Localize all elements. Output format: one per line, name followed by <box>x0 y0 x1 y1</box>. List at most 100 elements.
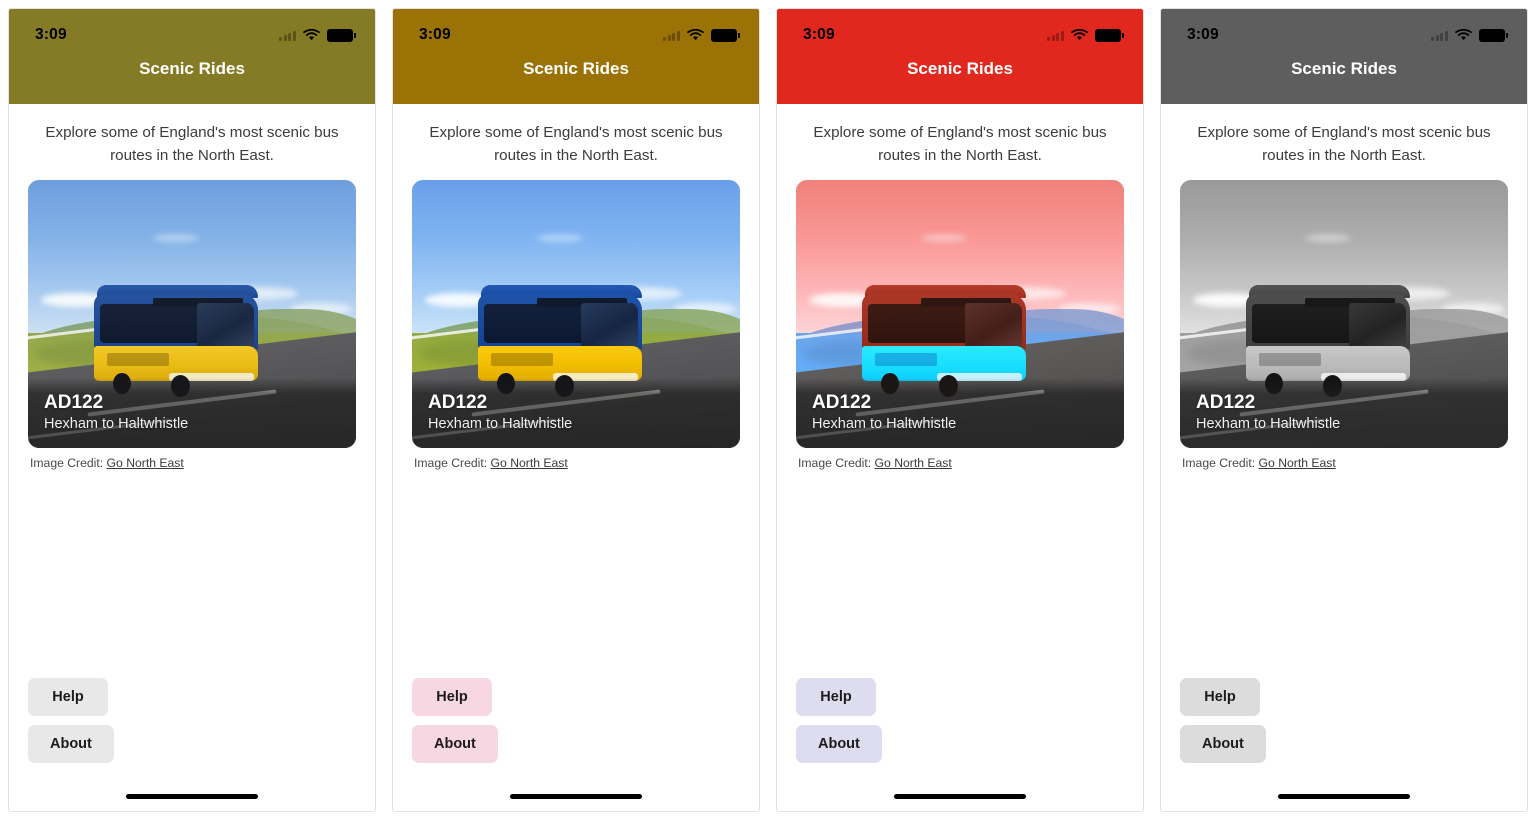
app-title: Scenic Rides <box>1291 59 1397 78</box>
wifi-icon <box>1071 29 1088 41</box>
cloud <box>152 233 199 242</box>
home-indicator-area <box>9 781 375 811</box>
route-code: AD122 <box>44 391 104 413</box>
image-credit-link[interactable]: Go North East <box>107 456 184 470</box>
route-name: Hexham to Haltwhistle <box>812 415 957 432</box>
route-caption: AD122 Hexham to Haltwhistle <box>1180 377 1508 449</box>
cellular-signal-icon <box>1047 30 1064 41</box>
battery-icon <box>1095 28 1124 42</box>
image-credit: Image Credit: Go North East <box>796 448 1124 470</box>
battery-icon <box>327 28 356 42</box>
image-credit-link[interactable]: Go North East <box>875 456 952 470</box>
app-title: Scenic Rides <box>907 59 1013 78</box>
route-name: Hexham to Haltwhistle <box>1196 415 1341 432</box>
status-bar: 3:09 <box>777 9 1143 55</box>
route-name: Hexham to Haltwhistle <box>428 415 573 432</box>
status-icons <box>1431 28 1508 42</box>
route-card[interactable]: AD122 Hexham to Haltwhistle <box>796 180 1124 449</box>
bus-windscreen <box>964 302 1023 351</box>
image-credit-link[interactable]: Go North East <box>1259 456 1336 470</box>
about-button[interactable]: About <box>796 725 882 763</box>
action-buttons: Help About <box>796 678 1124 781</box>
route-caption: AD122 Hexham to Haltwhistle <box>796 377 1124 449</box>
app-header: 3:09 Scenic Rides <box>1161 9 1527 104</box>
status-time: 3:09 <box>1187 26 1219 43</box>
screen-body: Explore some of England's most scenic bu… <box>777 104 1143 781</box>
intro-text: Explore some of England's most scenic bu… <box>429 124 723 165</box>
about-button[interactable]: About <box>412 725 498 763</box>
about-button[interactable]: About <box>28 725 114 763</box>
app-header: 3:09 Scenic Rides <box>9 9 375 104</box>
route-code: AD122 <box>1196 391 1256 413</box>
home-indicator-area <box>1161 781 1527 811</box>
route-caption: AD122 Hexham to Haltwhistle <box>28 377 356 449</box>
app-header: 3:09 Scenic Rides <box>777 9 1143 104</box>
battery-icon <box>1479 28 1508 42</box>
action-buttons: Help About <box>412 678 740 781</box>
phone-mockup-gold: 3:09 Scenic Rides Explore some of Englan… <box>392 8 760 812</box>
about-button[interactable]: About <box>1180 725 1266 763</box>
help-button[interactable]: Help <box>1180 678 1260 716</box>
cloud <box>920 233 967 242</box>
action-buttons: Help About <box>28 678 356 781</box>
bus <box>861 284 1026 398</box>
home-indicator[interactable] <box>1278 793 1410 799</box>
image-credit-link[interactable]: Go North East <box>491 456 568 470</box>
route-card[interactable]: AD122 Hexham to Haltwhistle <box>1180 180 1508 449</box>
app-title: Scenic Rides <box>523 59 629 78</box>
bus-livery <box>1258 353 1322 367</box>
bus <box>93 284 258 398</box>
image-credit: Image Credit: Go North East <box>28 448 356 470</box>
help-button[interactable]: Help <box>28 678 108 716</box>
intro-text: Explore some of England's most scenic bu… <box>1197 124 1491 165</box>
bus-windscreen <box>1348 302 1407 351</box>
image-credit: Image Credit: Go North East <box>1180 448 1508 470</box>
wifi-icon <box>687 29 704 41</box>
route-code: AD122 <box>428 391 488 413</box>
status-time: 3:09 <box>419 26 451 43</box>
phone-mockups-row: 3:09 Scenic Rides Explore some of Englan… <box>0 0 1538 820</box>
intro-text: Explore some of England's most scenic bu… <box>45 124 339 165</box>
battery-icon <box>711 28 740 42</box>
bus-windscreen <box>196 302 255 351</box>
home-indicator[interactable] <box>126 793 258 799</box>
home-indicator[interactable] <box>894 793 1026 799</box>
help-button[interactable]: Help <box>796 678 876 716</box>
status-bar: 3:09 <box>9 9 375 55</box>
cellular-signal-icon <box>279 30 296 41</box>
screen-body: Explore some of England's most scenic bu… <box>393 104 759 781</box>
status-bar: 3:09 <box>1161 9 1527 55</box>
status-time: 3:09 <box>803 26 835 43</box>
route-card[interactable]: AD122 Hexham to Haltwhistle <box>28 180 356 449</box>
app-title: Scenic Rides <box>139 59 245 78</box>
home-indicator-area <box>393 781 759 811</box>
route-code: AD122 <box>812 391 872 413</box>
image-credit-label: Image Credit: <box>30 456 104 471</box>
wifi-icon <box>1455 29 1472 41</box>
bus <box>1245 284 1410 398</box>
bus-windscreen <box>580 302 639 351</box>
action-buttons: Help About <box>1180 678 1508 781</box>
screen-body: Explore some of England's most scenic bu… <box>9 104 375 781</box>
cellular-signal-icon <box>663 30 680 41</box>
home-indicator-area <box>777 781 1143 811</box>
bus-livery <box>490 353 554 367</box>
cloud <box>536 233 583 242</box>
cloud <box>1304 233 1351 242</box>
phone-mockup-olive: 3:09 Scenic Rides Explore some of Englan… <box>8 8 376 812</box>
route-card[interactable]: AD122 Hexham to Haltwhistle <box>412 180 740 449</box>
status-icons <box>279 28 356 42</box>
route-caption: AD122 Hexham to Haltwhistle <box>412 377 740 449</box>
screen-body: Explore some of England's most scenic bu… <box>1161 104 1527 781</box>
image-credit: Image Credit: Go North East <box>412 448 740 470</box>
home-indicator[interactable] <box>510 793 642 799</box>
image-credit-label: Image Credit: <box>414 456 488 471</box>
bus <box>477 284 642 398</box>
app-header: 3:09 Scenic Rides <box>393 9 759 104</box>
help-button[interactable]: Help <box>412 678 492 716</box>
route-name: Hexham to Haltwhistle <box>44 415 189 432</box>
